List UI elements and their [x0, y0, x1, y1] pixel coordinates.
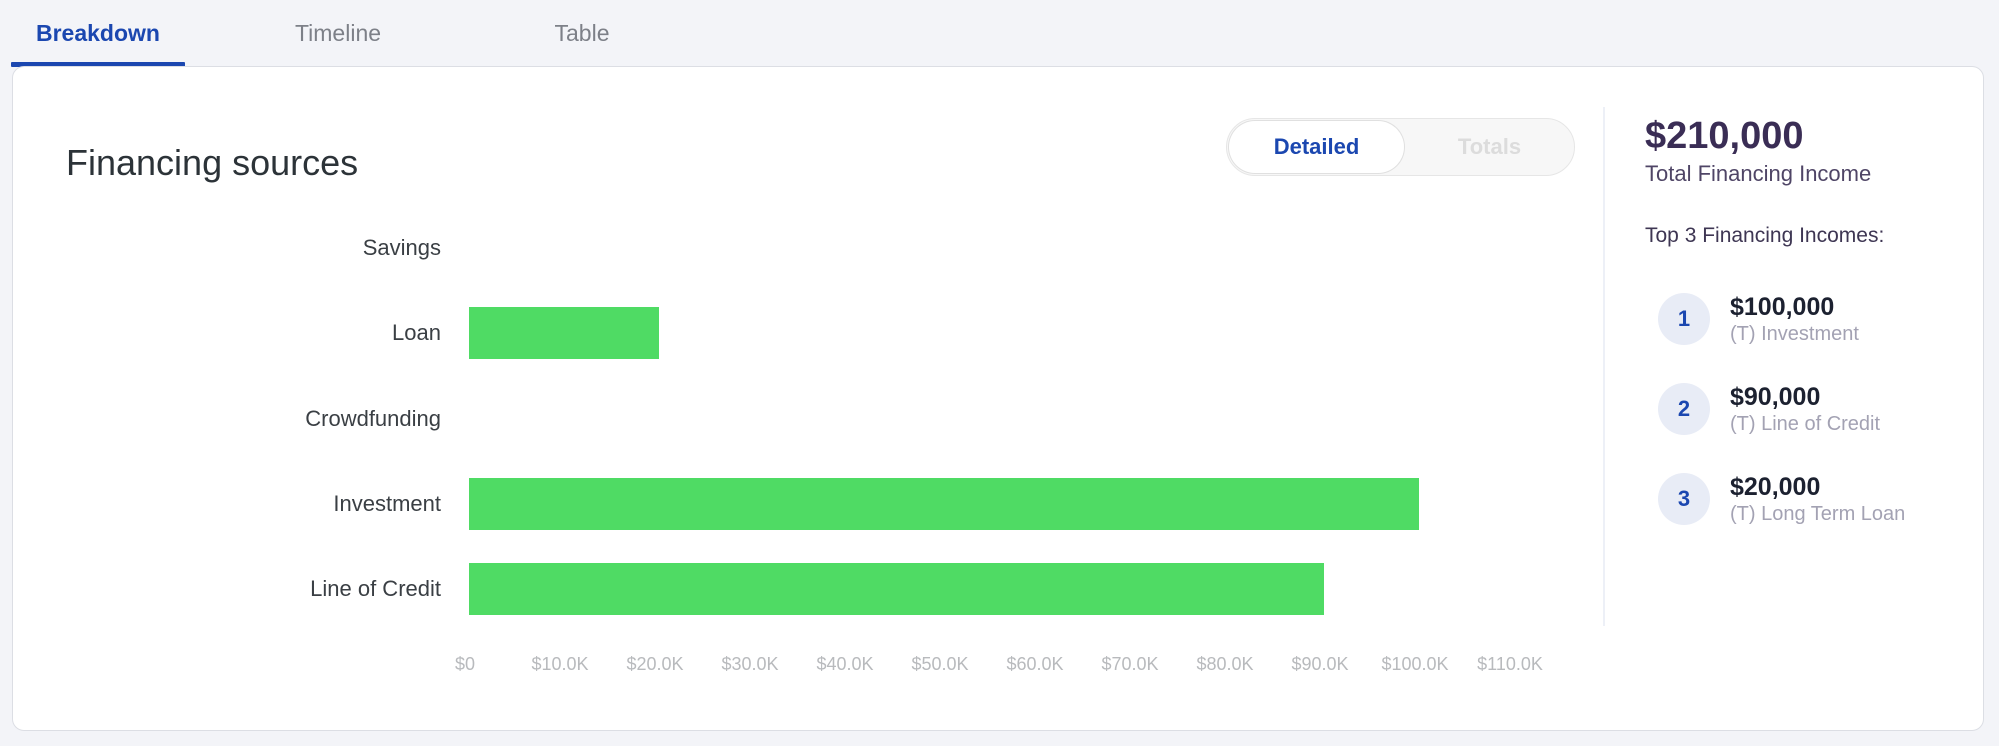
section-divider: [1603, 107, 1605, 626]
x-tick-label: $90.0K: [1291, 654, 1349, 674]
category-label: Loan: [392, 320, 441, 346]
x-tick-label: $20.0K: [626, 654, 684, 674]
rank-text: $100,000 (T) Investment: [1730, 293, 1970, 349]
rank-badge: 1: [1658, 293, 1710, 345]
x-tick-label: $80.0K: [1196, 654, 1254, 674]
bar-investment[interactable]: [469, 477, 1419, 530]
summary-panel: $210,000 Total Financing Income Top 3 Fi…: [1645, 67, 1975, 727]
rank-text: $90,000 (T) Line of Credit: [1730, 383, 1970, 439]
total-financing-value: $210,000: [1645, 115, 1804, 157]
tab-bar: Breakdown Timeline Table: [0, 0, 1999, 67]
x-tick-label: $50.0K: [911, 654, 969, 674]
category-label: Line of Credit: [310, 576, 441, 602]
bar-loan[interactable]: [469, 307, 659, 360]
x-tick-label: $30.0K: [721, 654, 779, 674]
financing-sources-card: Financing sources Detailed Totals Saving…: [12, 66, 1984, 731]
x-tick-label: $110.0K: [1477, 654, 1543, 674]
x-tick-label: $60.0K: [1006, 654, 1064, 674]
rank-badge: 3: [1658, 473, 1710, 525]
category-label: Investment: [333, 490, 441, 516]
x-tick-label: $0: [454, 654, 476, 674]
tab-breakdown[interactable]: Breakdown: [11, 18, 185, 48]
rank-amount: $90,000: [1730, 383, 1821, 411]
rank-amount: $20,000: [1730, 473, 1821, 501]
top-income-item: 1 $100,000 (T) Investment: [1645, 293, 1975, 353]
rank-text: $20,000 (T) Long Term Loan: [1730, 473, 1970, 525]
category-label: Savings: [362, 235, 441, 260]
x-tick-label: $10.0K: [531, 654, 589, 674]
rank-amount: $100,000: [1730, 293, 1835, 321]
category-label: Crowdfunding: [305, 405, 441, 431]
x-tick-label: $40.0K: [816, 654, 874, 674]
total-financing-label: Total Financing Income: [1645, 161, 1872, 186]
category-axis: Savings Loan Crowdfunding Investment Line of…: [13, 67, 441, 727]
top-incomes-heading: Top 3 Financing Incomes:: [1645, 224, 1885, 247]
rank-name: (T) Long Term Loan: [1730, 503, 1906, 525]
rank-badge: 2: [1658, 383, 1710, 435]
top-income-item: 3 $20,000 (T) Long Term Loan: [1645, 473, 1975, 533]
x-tick-label: $100.0K: [1381, 654, 1449, 674]
tab-timeline[interactable]: Timeline: [268, 18, 408, 48]
bar-line-of-credit[interactable]: [469, 563, 1324, 616]
rank-name: (T) Line of Credit: [1730, 413, 1881, 435]
tab-table[interactable]: Table: [530, 18, 634, 48]
x-tick-label: $70.0K: [1101, 654, 1159, 674]
financing-bar-chart: Savings Loan Crowdfunding Investment Line of…: [13, 67, 1593, 727]
rank-name: (T) Investment: [1730, 323, 1859, 345]
top-income-item: 2 $90,000 (T) Line of Credit: [1645, 383, 1975, 443]
